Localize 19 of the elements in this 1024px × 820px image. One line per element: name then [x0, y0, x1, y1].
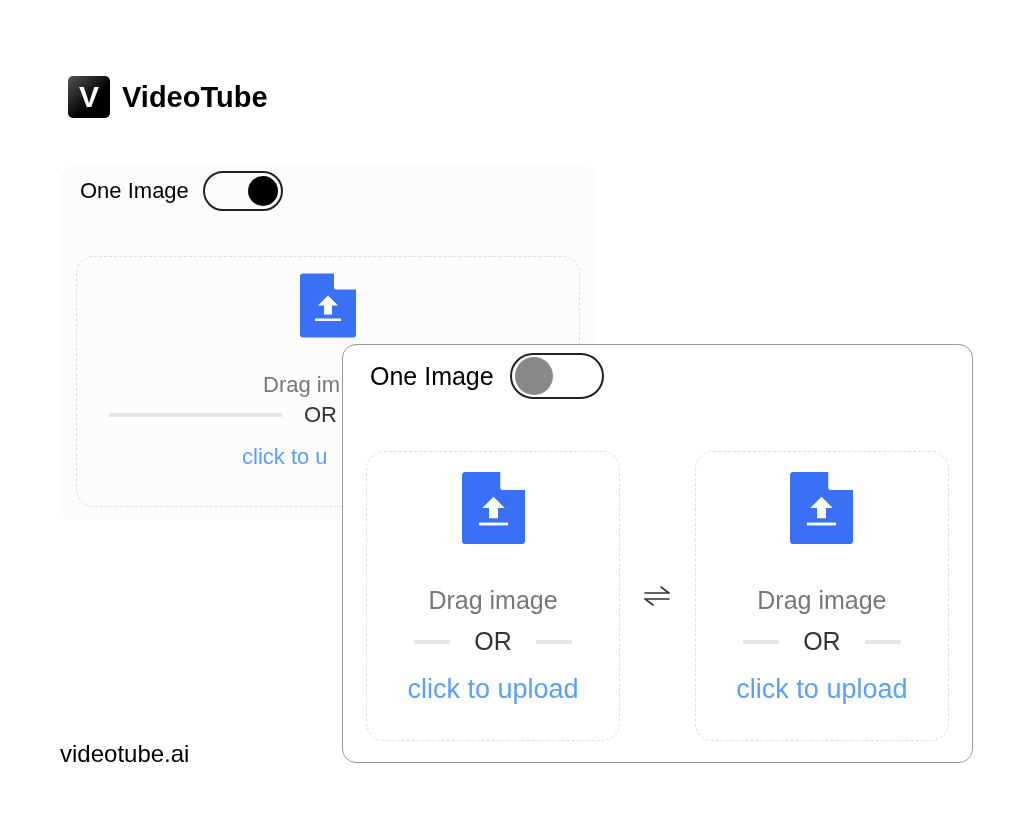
toggle-label: One Image	[80, 178, 189, 204]
website-url: videotube.ai	[60, 740, 190, 768]
toggle-switch[interactable]	[202, 171, 283, 211]
logo-mark: V	[68, 76, 110, 118]
brand-name: VideoTube	[122, 80, 268, 114]
toggle-label: One Image	[370, 361, 494, 391]
drag-hint: Drag image	[428, 586, 558, 614]
or-divider-text: OR	[474, 627, 512, 656]
toggle-switch[interactable]	[509, 353, 604, 399]
file-upload-icon	[790, 470, 854, 546]
drag-hint: Drag im	[263, 372, 340, 397]
swap-icon[interactable]	[644, 585, 671, 607]
upload-dropzone[interactable]: Drag image OR click to upload	[694, 451, 949, 741]
file-upload-icon	[461, 470, 525, 546]
drag-hint: Drag image	[757, 586, 887, 614]
upload-dropzone[interactable]: Drag image OR click to upload	[366, 451, 621, 741]
file-upload-icon	[300, 273, 356, 338]
or-divider-text: OR	[803, 627, 841, 656]
or-divider-text: OR	[304, 402, 337, 428]
